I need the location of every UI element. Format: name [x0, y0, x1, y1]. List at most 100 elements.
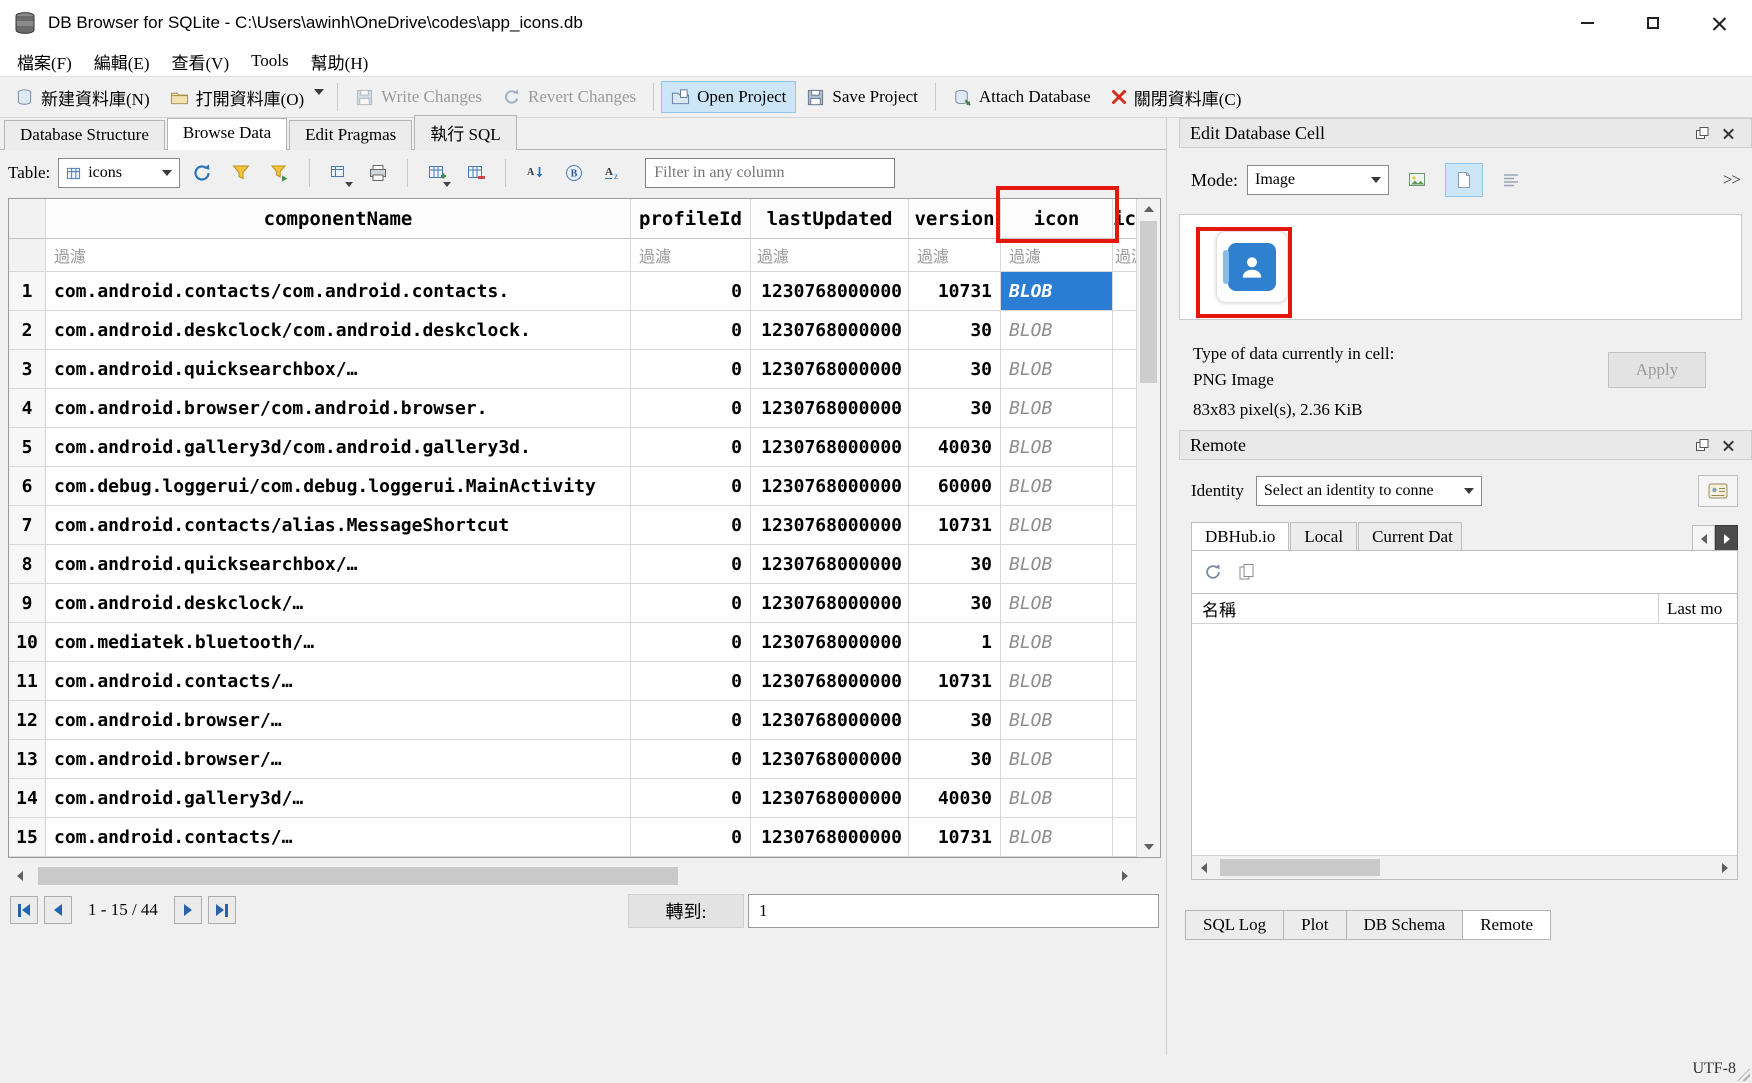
row-number[interactable]: 15 [9, 818, 46, 857]
column-header-icon[interactable]: icon [1001, 199, 1113, 239]
apply-button[interactable]: Apply [1608, 352, 1706, 388]
cell-icon[interactable]: BLOB [1001, 428, 1113, 467]
vertical-scrollbar-thumb[interactable] [1140, 221, 1157, 383]
cell-clipped[interactable] [1113, 428, 1136, 467]
scroll-right-button[interactable] [1713, 856, 1737, 879]
grid-corner[interactable] [9, 199, 46, 239]
text-view-button[interactable] [1445, 163, 1483, 197]
cell-version[interactable]: 30 [909, 545, 1001, 584]
cell-profileId[interactable]: 0 [631, 311, 751, 350]
cell-version[interactable]: 30 [909, 311, 1001, 350]
column-header-componentName[interactable]: componentName [46, 199, 631, 239]
dock-tab-db-schema[interactable]: DB Schema [1346, 910, 1463, 940]
cell-profileId[interactable]: 0 [631, 428, 751, 467]
identity-select[interactable]: Select an identity to conne [1256, 476, 1482, 506]
cell-lastUpdated[interactable]: 1230768000000 [751, 467, 909, 506]
cell-componentName[interactable]: com.android.browser/com.android.browser. [46, 389, 631, 428]
format-bold-button[interactable]: B [557, 157, 591, 189]
cell-profileId[interactable]: 0 [631, 779, 751, 818]
close-button[interactable] [1686, 0, 1752, 46]
write-changes-button[interactable]: Write Changes [345, 81, 492, 113]
sort-ascending-button[interactable]: A [518, 157, 552, 189]
cell-icon[interactable]: BLOB [1001, 467, 1113, 506]
filter-input-version[interactable]: 過濾 [909, 239, 1001, 272]
cell-clipped[interactable] [1113, 311, 1136, 350]
first-page-button[interactable] [10, 896, 38, 924]
cell-profileId[interactable]: 0 [631, 545, 751, 584]
float-panel-button[interactable] [1689, 122, 1715, 144]
cell-lastUpdated[interactable]: 1230768000000 [751, 623, 909, 662]
attach-database-button[interactable]: Attach Database [943, 81, 1101, 113]
scroll-left-button[interactable] [1192, 856, 1216, 879]
cell-lastUpdated[interactable]: 1230768000000 [751, 545, 909, 584]
cell-profileId[interactable]: 0 [631, 740, 751, 779]
tab-scroll-right-button[interactable] [1715, 525, 1738, 552]
cell-profileId[interactable]: 0 [631, 818, 751, 857]
cell-componentName[interactable]: com.android.contacts/… [46, 662, 631, 701]
cell-lastUpdated[interactable]: 1230768000000 [751, 818, 909, 857]
column-header-profileId[interactable]: profileId [631, 199, 751, 239]
remote-horizontal-scrollbar[interactable] [1192, 855, 1737, 879]
filter-input-icon[interactable]: 過濾 [1001, 239, 1113, 272]
display-format-button[interactable]: Az [596, 157, 630, 189]
row-number[interactable]: 4 [9, 389, 46, 428]
cell-version[interactable]: 60000 [909, 467, 1001, 506]
row-number[interactable]: 7 [9, 506, 46, 545]
cell-clipped[interactable] [1113, 467, 1136, 506]
dock-tab-sql-log[interactable]: SQL Log [1185, 910, 1283, 940]
cell-icon[interactable]: BLOB [1001, 311, 1113, 350]
float-panel-button[interactable] [1689, 434, 1715, 456]
new-database-button[interactable]: 新建資料庫(N) [5, 79, 160, 116]
cell-lastUpdated[interactable]: 1230768000000 [751, 662, 909, 701]
cell-icon[interactable]: BLOB [1001, 584, 1113, 623]
cell-clipped[interactable] [1113, 389, 1136, 428]
row-number[interactable]: 5 [9, 428, 46, 467]
cell-componentName[interactable]: com.android.deskclock/com.android.deskcl… [46, 311, 631, 350]
revert-changes-button[interactable]: Revert Changes [492, 81, 646, 113]
cell-componentName[interactable]: com.android.gallery3d/com.android.galler… [46, 428, 631, 467]
cell-componentName[interactable]: com.debug.loggerui/com.debug.loggerui.Ma… [46, 467, 631, 506]
cell-profileId[interactable]: 0 [631, 506, 751, 545]
cell-clipped[interactable] [1113, 584, 1136, 623]
table-select[interactable]: icons [58, 158, 180, 188]
remote-refresh-button[interactable] [1204, 563, 1222, 581]
cell-version[interactable]: 30 [909, 701, 1001, 740]
cell-version[interactable]: 30 [909, 740, 1001, 779]
previous-page-button[interactable] [44, 896, 72, 924]
row-number[interactable]: 14 [9, 779, 46, 818]
cell-version[interactable]: 30 [909, 389, 1001, 428]
scroll-right-button[interactable] [1113, 864, 1137, 888]
cell-componentName[interactable]: com.android.browser/… [46, 701, 631, 740]
cell-lastUpdated[interactable]: 1230768000000 [751, 779, 909, 818]
resize-grip-icon[interactable] [1737, 1068, 1750, 1081]
cell-profileId[interactable]: 0 [631, 467, 751, 506]
cell-lastUpdated[interactable]: 1230768000000 [751, 428, 909, 467]
row-number[interactable]: 9 [9, 584, 46, 623]
cell-icon[interactable]: BLOB [1001, 662, 1113, 701]
cell-lastUpdated[interactable]: 1230768000000 [751, 506, 909, 545]
clear-filters-button[interactable] [224, 157, 258, 189]
tab-edit-pragmas[interactable]: Edit Pragmas [289, 120, 412, 150]
cell-componentName[interactable]: com.android.contacts/com.android.contact… [46, 272, 631, 311]
cell-version[interactable]: 40030 [909, 779, 1001, 818]
menu-view[interactable]: 查看(V) [161, 47, 241, 76]
open-database-button[interactable]: 打開資料庫(O) [160, 79, 315, 116]
cell-version[interactable]: 10731 [909, 506, 1001, 545]
row-number[interactable]: 3 [9, 350, 46, 389]
column-header-lastUpdated[interactable]: lastUpdated [751, 199, 909, 239]
cell-version[interactable]: 10731 [909, 818, 1001, 857]
row-number[interactable]: 6 [9, 467, 46, 506]
cell-componentName[interactable]: com.android.quicksearchbox/… [46, 350, 631, 389]
cell-componentName[interactable]: com.android.browser/… [46, 740, 631, 779]
cell-icon[interactable]: BLOB [1001, 350, 1113, 389]
dock-tab-plot[interactable]: Plot [1283, 910, 1345, 940]
tab-database-structure[interactable]: Database Structure [4, 120, 165, 150]
dock-tab-remote[interactable]: Remote [1462, 910, 1551, 940]
cell-lastUpdated[interactable]: 1230768000000 [751, 389, 909, 428]
row-number[interactable]: 2 [9, 311, 46, 350]
row-number[interactable]: 11 [9, 662, 46, 701]
cell-icon[interactable]: BLOB [1001, 701, 1113, 740]
cell-clipped[interactable] [1113, 779, 1136, 818]
scroll-left-button[interactable] [8, 864, 32, 888]
tab-browse-data[interactable]: Browse Data [167, 118, 287, 150]
